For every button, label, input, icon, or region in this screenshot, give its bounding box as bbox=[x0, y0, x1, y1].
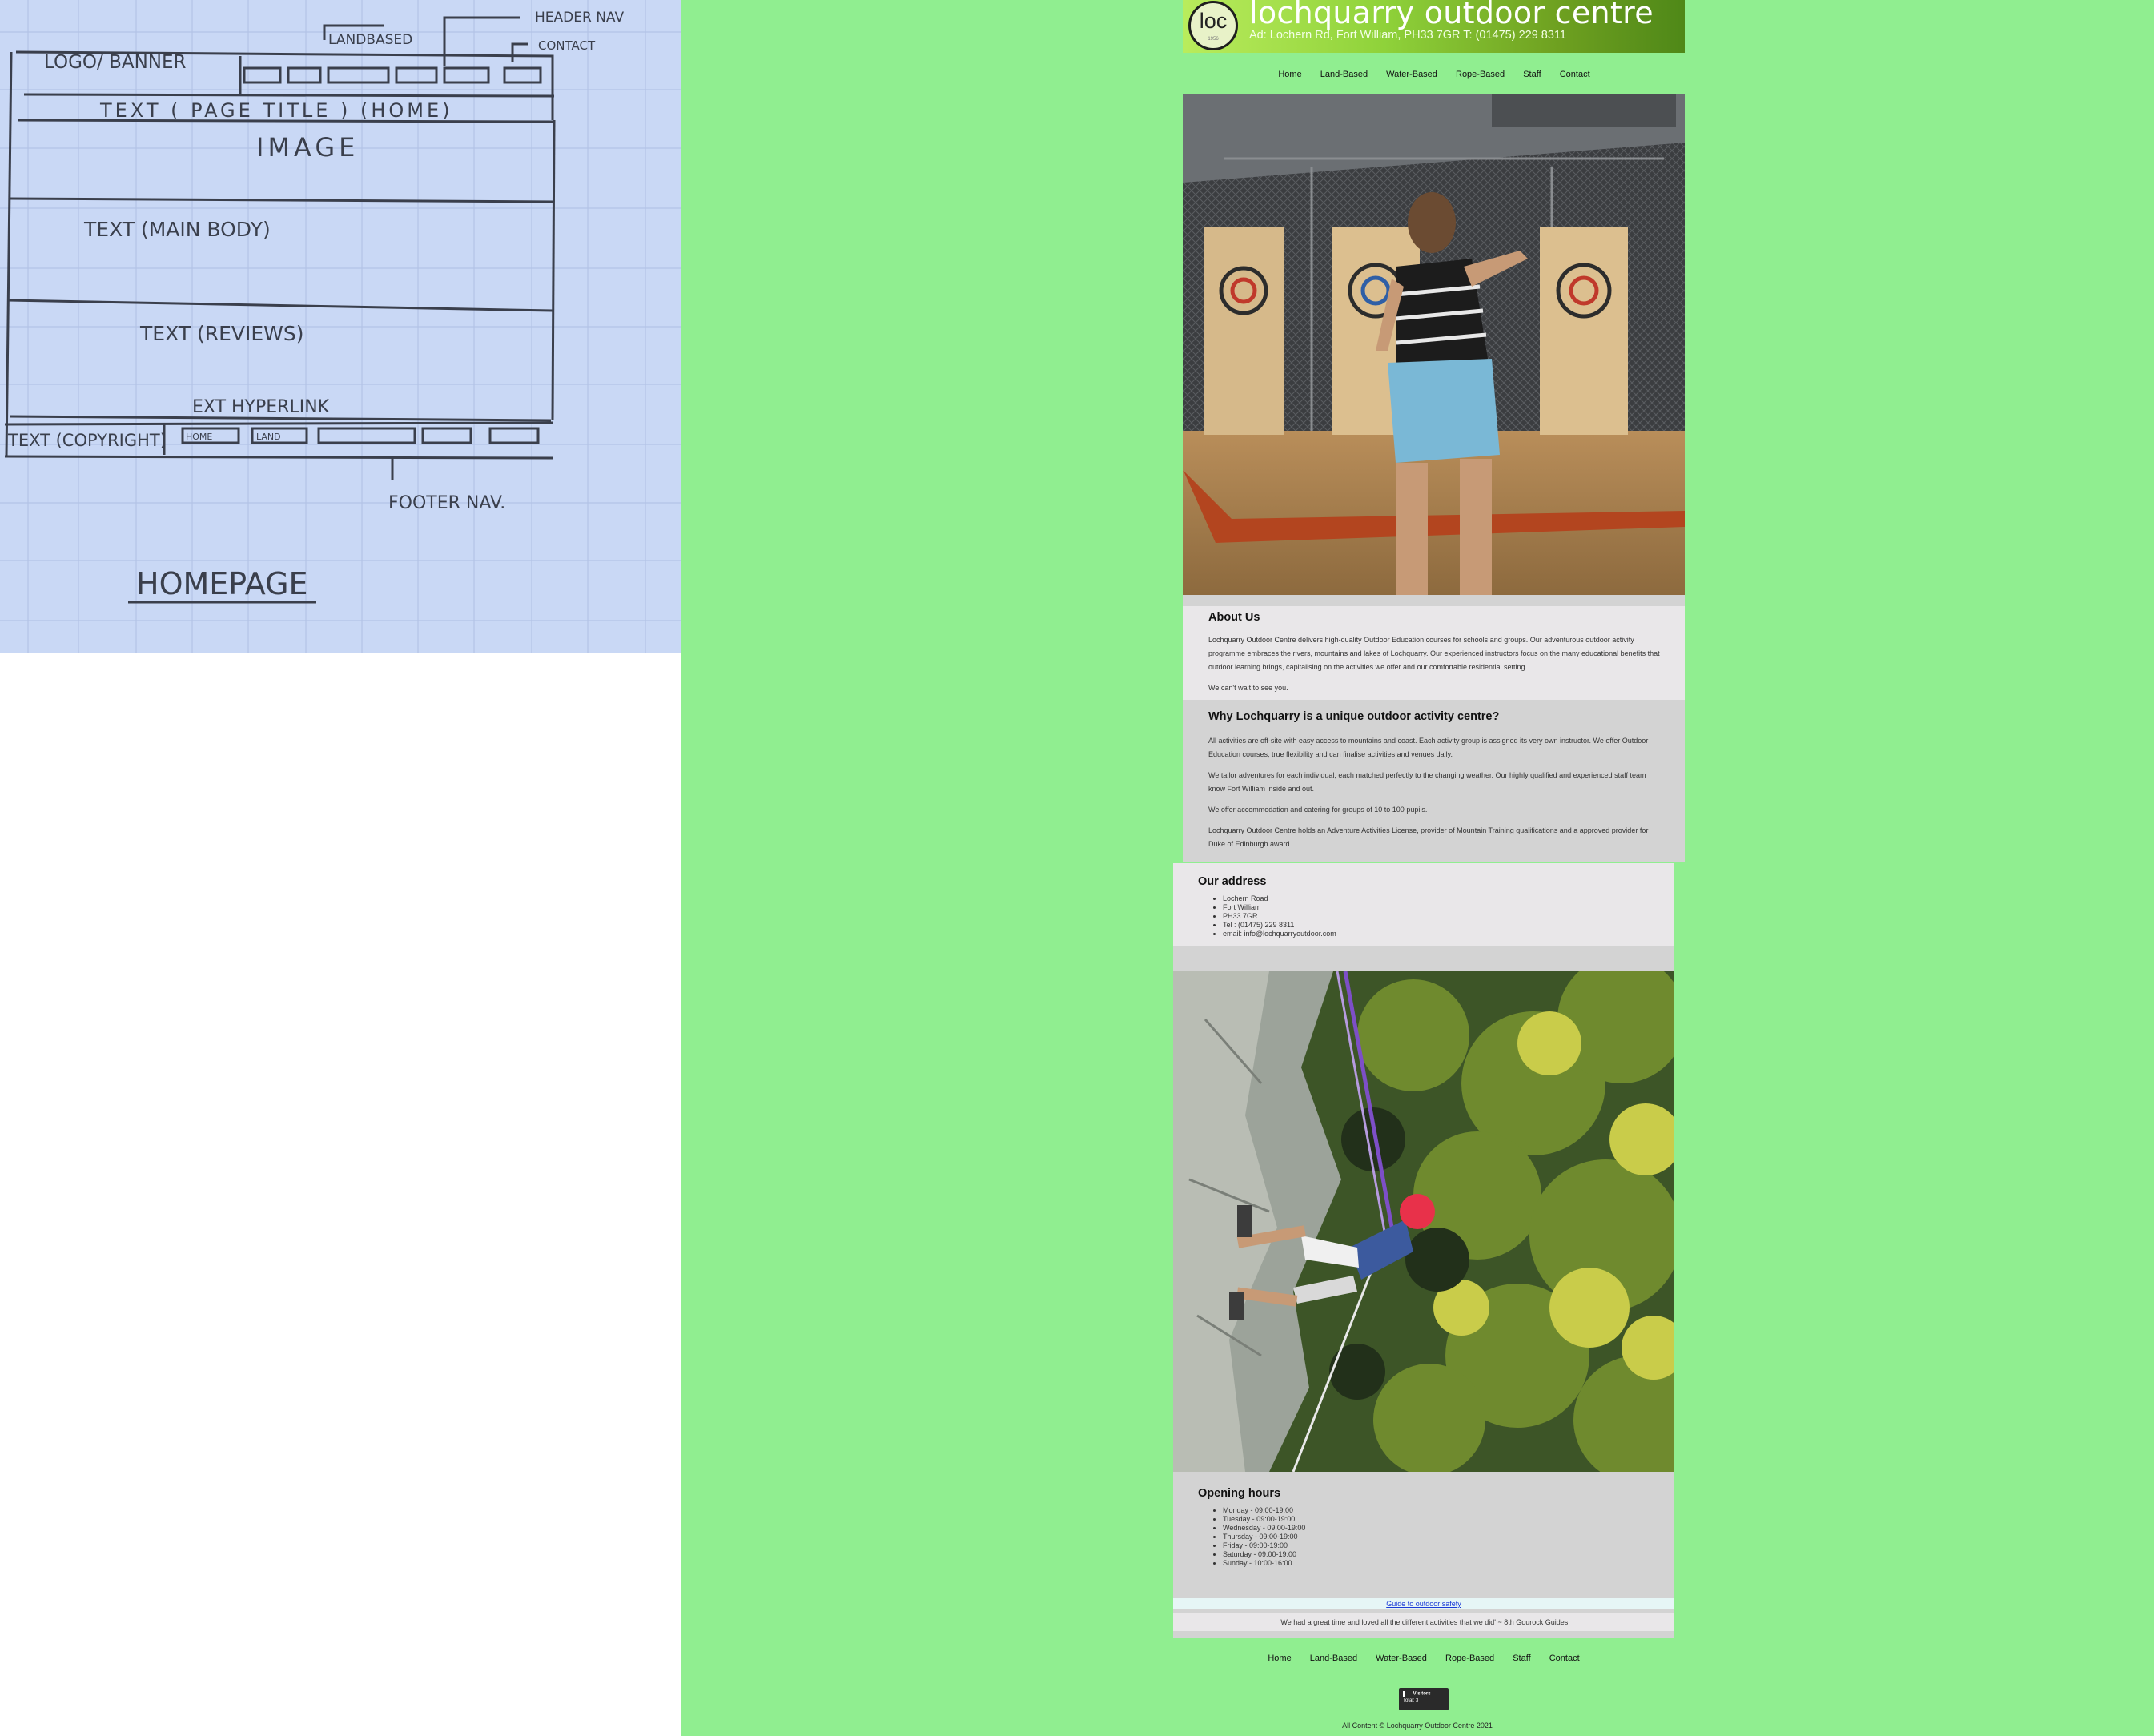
why-paragraph-3: We offer accommodation and catering for … bbox=[1208, 806, 1428, 814]
abseiling-photo bbox=[1173, 971, 1674, 1472]
why-paragraph-4: Lochquarry Outdoor Centre holds an Adven… bbox=[1208, 826, 1649, 848]
wireframe-sketch-photo: LOGO/ BANNER LANDBASED HEADER NAV CONTAC… bbox=[0, 0, 681, 653]
wireframe-drawing: LOGO/ BANNER LANDBASED HEADER NAV CONTAC… bbox=[0, 0, 681, 653]
footer-nav-contact[interactable]: Contact bbox=[1549, 1650, 1580, 1666]
about-heading: About Us bbox=[1208, 611, 1260, 624]
site-title: lochquarry outdoor centre bbox=[1249, 0, 1654, 30]
visitor-counter-total: Total: 3 bbox=[1403, 1698, 1419, 1704]
hours-item: Thursday - 09:00-19:00 bbox=[1223, 1533, 1650, 1541]
about-section: About Us Lochquarry Outdoor Centre deliv… bbox=[1183, 595, 1685, 700]
hours-list: Monday - 09:00-19:00 Tuesday - 09:00-19:… bbox=[1198, 1506, 1650, 1568]
sketch-label-logo: LOGO/ BANNER bbox=[44, 52, 187, 73]
axe-throwing-photo bbox=[1183, 94, 1685, 595]
about-paragraph-2: We can't wait to see you. bbox=[1208, 684, 1288, 692]
hours-item: Wednesday - 09:00-19:00 bbox=[1223, 1524, 1650, 1533]
header-address: Ad: Lochern Rd, Fort William, PH33 7GR T… bbox=[1249, 29, 1566, 42]
bar-chart-icon bbox=[1403, 1691, 1409, 1697]
address-item: Tel : (01475) 229 8311 bbox=[1223, 921, 1650, 930]
footer-nav-water-based[interactable]: Water-Based bbox=[1376, 1650, 1427, 1666]
address-item: Fort William bbox=[1223, 903, 1650, 912]
section-divider bbox=[1173, 946, 1674, 971]
why-paragraph-1: All activities are off-site with easy ac… bbox=[1208, 737, 1649, 758]
copyright-text: All Content © Lochquarry Outdoor Centre … bbox=[1342, 1722, 1493, 1730]
hours-item: Monday - 09:00-19:00 bbox=[1223, 1506, 1650, 1515]
guide-outdoor-safety-link[interactable]: Guide to outdoor safety bbox=[1386, 1600, 1461, 1608]
nav-rope-based[interactable]: Rope-Based bbox=[1456, 66, 1505, 82]
sketch-label-page-title: TEXT ( PAGE TITLE ) (HOME) bbox=[99, 99, 453, 122]
hours-item: Tuesday - 09:00-19:00 bbox=[1223, 1515, 1650, 1524]
header-banner: loc 1956 lochquarry outdoor centre Ad: L… bbox=[1183, 0, 1685, 53]
guide-link-bar: Guide to outdoor safety bbox=[1173, 1598, 1674, 1609]
sketch-label-copyright: TEXT (COPYRIGHT) bbox=[7, 431, 167, 450]
hours-heading: Opening hours bbox=[1198, 1487, 1281, 1500]
sketch-label-footer-land: LAND bbox=[256, 432, 281, 442]
logo-text: loc bbox=[1199, 9, 1228, 33]
address-list: Lochern Road Fort William PH33 7GR Tel :… bbox=[1198, 894, 1650, 938]
why-paragraph-2: We tailor adventures for each individual… bbox=[1208, 771, 1646, 793]
sketch-label-homepage: HOMEPAGE bbox=[136, 566, 308, 601]
footer-nav: Home Land-Based Water-Based Rope-Based S… bbox=[1173, 1650, 1674, 1666]
address-section: Our address Lochern Road Fort William PH… bbox=[1173, 863, 1674, 946]
sketch-label-landbased: LANDBASED bbox=[328, 32, 412, 48]
nav-home[interactable]: Home bbox=[1278, 66, 1301, 82]
visitor-counter-label: Visitors bbox=[1413, 1691, 1431, 1697]
address-item: email: info@lochquarryoutdoor.com bbox=[1223, 930, 1650, 938]
nav-land-based[interactable]: Land-Based bbox=[1320, 66, 1368, 82]
why-heading: Why Lochquarry is a unique outdoor activ… bbox=[1208, 710, 1500, 723]
logo[interactable]: loc 1956 bbox=[1188, 1, 1238, 50]
sketch-label-image: IMAGE bbox=[256, 132, 359, 163]
footer-nav-staff[interactable]: Staff bbox=[1513, 1650, 1530, 1666]
about-paragraph-1: Lochquarry Outdoor Centre delivers high-… bbox=[1208, 636, 1660, 671]
footer-nav-rope-based[interactable]: Rope-Based bbox=[1445, 1650, 1494, 1666]
opening-hours-section: Opening hours Monday - 09:00-19:00 Tuesd… bbox=[1173, 1472, 1674, 1598]
address-item: Lochern Road bbox=[1223, 894, 1650, 903]
nav-water-based[interactable]: Water-Based bbox=[1386, 66, 1437, 82]
sketch-label-reviews: TEXT (REVIEWS) bbox=[139, 322, 304, 345]
hours-item: Saturday - 09:00-19:00 bbox=[1223, 1550, 1650, 1559]
sketch-label-footer-nav: FOOTER NAV. bbox=[388, 493, 505, 513]
why-section: Why Lochquarry is a unique outdoor activ… bbox=[1183, 700, 1685, 862]
visitor-counter[interactable]: Visitors Total: 3 bbox=[1399, 1688, 1449, 1710]
hours-item: Sunday - 10:00-16:00 bbox=[1223, 1559, 1650, 1568]
footer-nav-home[interactable]: Home bbox=[1268, 1650, 1291, 1666]
hours-item: Friday - 09:00-19:00 bbox=[1223, 1541, 1650, 1550]
footer-nav-land-based[interactable]: Land-Based bbox=[1310, 1650, 1357, 1666]
review-quote: 'We had a great time and loved all the d… bbox=[1173, 1613, 1674, 1631]
logo-year: 1956 bbox=[1208, 37, 1219, 42]
sketch-label-header-nav: HEADER NAV bbox=[535, 10, 624, 26]
sketch-label-contact: CONTACT bbox=[538, 38, 596, 53]
nav-staff[interactable]: Staff bbox=[1523, 66, 1541, 82]
header-nav: Home Land-Based Water-Based Rope-Based S… bbox=[1183, 66, 1685, 82]
website-page: loc 1956 lochquarry outdoor centre Ad: L… bbox=[681, 0, 2154, 1736]
address-heading: Our address bbox=[1198, 875, 1267, 888]
sketch-label-hyperlink: EXT HYPERLINK bbox=[192, 397, 330, 417]
address-item: PH33 7GR bbox=[1223, 912, 1650, 921]
sketch-label-footer-home: HOME bbox=[186, 432, 212, 442]
nav-contact[interactable]: Contact bbox=[1560, 66, 1590, 82]
sketch-label-main-body: TEXT (MAIN BODY) bbox=[83, 218, 271, 241]
section-divider bbox=[1173, 1631, 1674, 1638]
